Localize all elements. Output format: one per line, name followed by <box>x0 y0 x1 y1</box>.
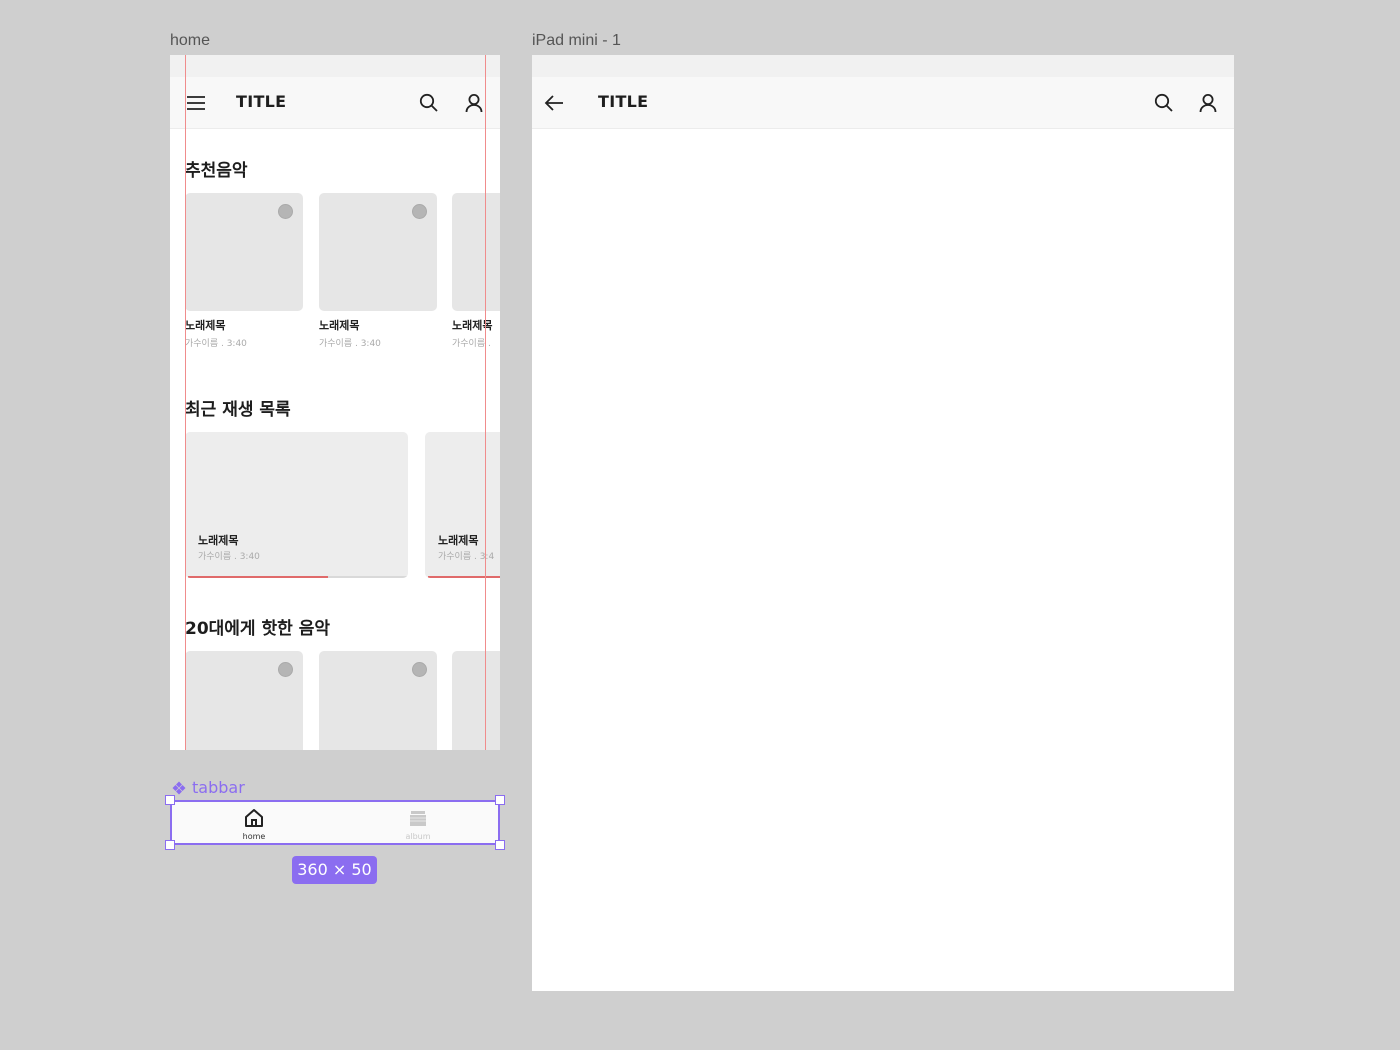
song-title: 노래제목 <box>319 319 360 332</box>
status-bar <box>170 55 500 77</box>
section-title-twenties: 20대에게 핫한 음악 <box>185 619 330 639</box>
album-card[interactable] <box>319 651 437 750</box>
component-label[interactable]: tabbar <box>172 778 245 797</box>
more-dot-icon[interactable] <box>278 204 293 219</box>
frame-label-ipad[interactable]: iPad mini - 1 <box>532 32 621 50</box>
tab-album[interactable]: album <box>388 808 448 841</box>
resize-handle-bottom-left[interactable] <box>165 840 175 850</box>
home-frame[interactable]: TITLE 추천음악 노래제목 가수이름 . 3:40 노래제목 가수이름 . … <box>170 55 500 750</box>
playback-progress <box>188 576 408 578</box>
app-bar: TITLE <box>532 77 1234 129</box>
app-bar-title: TITLE <box>598 92 649 111</box>
album-card[interactable] <box>185 193 303 311</box>
song-title: 노래제목 <box>438 534 479 547</box>
song-title: 노래제목 <box>185 319 226 332</box>
more-dot-icon[interactable] <box>278 662 293 677</box>
home-icon <box>245 809 263 827</box>
resize-handle-bottom-right[interactable] <box>495 840 505 850</box>
layout-guide-right <box>485 55 486 750</box>
app-bar-title: TITLE <box>236 92 287 111</box>
resize-handle-top-right[interactable] <box>495 795 505 805</box>
more-dot-icon[interactable] <box>412 662 427 677</box>
component-label-text: tabbar <box>192 778 245 797</box>
song-meta: 가수이름 . 3:40 <box>319 339 381 349</box>
playback-progress <box>428 576 500 578</box>
recent-track-card[interactable]: 노래제목 가수이름 . 3:4 <box>425 432 500 578</box>
user-icon[interactable] <box>1198 93 1218 113</box>
tab-label: album <box>405 832 431 841</box>
section-title-recommended: 추천음악 <box>185 161 248 181</box>
resize-handle-top-left[interactable] <box>165 795 175 805</box>
song-title: 노래제목 <box>198 534 239 547</box>
more-dot-icon[interactable] <box>412 204 427 219</box>
menu-icon[interactable] <box>186 95 206 111</box>
ipad-frame[interactable]: TITLE <box>532 55 1234 991</box>
tabbar[interactable]: home album <box>170 800 500 845</box>
tab-label: home <box>242 832 266 841</box>
song-title: 노래제목 <box>452 319 493 332</box>
size-badge: 360 × 50 <box>292 856 377 884</box>
album-card[interactable] <box>185 651 303 750</box>
tab-home[interactable]: home <box>224 808 284 841</box>
layout-guide-left <box>185 55 186 750</box>
album-card[interactable] <box>452 651 500 750</box>
user-icon[interactable] <box>464 93 484 113</box>
album-card[interactable] <box>319 193 437 311</box>
section-title-recent: 최근 재생 목록 <box>185 400 291 420</box>
recent-track-card[interactable]: 노래제목 가수이름 . 3:40 <box>185 432 408 578</box>
component-icon <box>172 781 186 795</box>
app-bar: TITLE <box>170 77 500 129</box>
song-meta: 가수이름 . 3:40 <box>185 339 247 349</box>
search-icon[interactable] <box>419 93 439 113</box>
back-arrow-icon[interactable] <box>543 93 565 113</box>
frame-label-home[interactable]: home <box>170 32 210 50</box>
song-meta: 가수이름 . 3:40 <box>198 552 260 562</box>
status-bar <box>532 55 1234 77</box>
album-icon <box>410 811 426 826</box>
album-card[interactable] <box>452 193 500 311</box>
search-icon[interactable] <box>1154 93 1174 113</box>
